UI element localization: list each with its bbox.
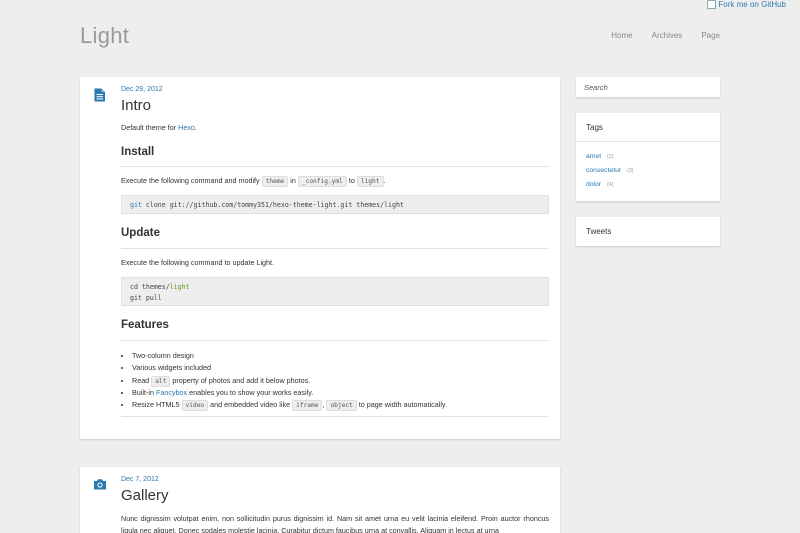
code-highlight: light	[169, 283, 190, 291]
list-item: Read alt property of photos and add it b…	[132, 375, 447, 387]
code-keyword: git	[130, 201, 142, 209]
list-text: and embedded video like	[208, 400, 293, 410]
list-item: Two-column design	[132, 350, 447, 362]
post-gallery: Dec 7, 2012 Gallery Nunc dignissim volut…	[80, 467, 560, 533]
hexo-link[interactable]: Hexo	[178, 123, 195, 132]
inline-code: object	[326, 400, 357, 412]
list-text: property of photos and add it below phot…	[170, 375, 311, 385]
post-date[interactable]: Dec 7, 2012	[121, 476, 159, 483]
list-text: Read	[132, 375, 152, 385]
inline-code: video	[181, 400, 209, 412]
list-text: Resize HTML5	[132, 400, 182, 410]
tag-link[interactable]: consectetur	[586, 167, 621, 174]
tag-item: amet (2)	[586, 153, 613, 160]
fancybox-link[interactable]: Fancybox	[156, 388, 187, 397]
tweets-widget: Tweets	[576, 217, 720, 246]
features-heading: Features	[121, 319, 169, 331]
inline-code: alt	[151, 375, 171, 387]
post-title[interactable]: Intro	[121, 97, 151, 114]
install-heading: Install	[121, 146, 155, 158]
intro-paragraph: Default theme for Hexo.	[121, 123, 197, 132]
tag-count: (2)	[607, 154, 614, 160]
tag-item: dolor (4)	[586, 181, 613, 188]
list-item: Resize HTML5 video and embedded video li…	[132, 399, 447, 412]
list-item: Built-in Fancybox enables you to show yo…	[132, 387, 447, 399]
post-title[interactable]: Gallery	[121, 487, 169, 504]
post-intro: Dec 29, 2012 Intro Default theme for Hex…	[80, 77, 560, 439]
divider	[121, 340, 549, 341]
tag-link[interactable]: dolor	[586, 181, 601, 188]
document-icon	[94, 88, 105, 102]
post-date[interactable]: Dec 29, 2012	[121, 86, 163, 93]
inline-code: theme	[261, 176, 289, 187]
widget-title: Tags	[586, 123, 603, 132]
site-logo[interactable]: Light	[80, 23, 129, 49]
tag-item: consectetur (3)	[586, 167, 633, 174]
update-paragraph: Execute the following command to update …	[121, 258, 275, 267]
nav-home-link[interactable]: Home	[611, 31, 632, 40]
tag-count: (4)	[607, 182, 614, 188]
divider	[576, 141, 720, 142]
list-item: Various widgets included	[132, 362, 447, 374]
tag-link[interactable]: amet	[586, 153, 601, 160]
post-excerpt: Nunc dignissim volutpat enim, non sollic…	[121, 514, 549, 533]
install-text: Execute the following command and modify	[121, 176, 262, 185]
update-code-block: cd themes/light git pull	[121, 277, 549, 306]
update-heading: Update	[121, 227, 160, 239]
install-paragraph: Execute the following command and modify…	[121, 176, 386, 187]
widget-title: Tweets	[586, 227, 612, 236]
divider	[121, 248, 549, 249]
divider	[121, 166, 549, 167]
search-input[interactable]	[576, 77, 720, 98]
tags-widget: Tags amet (2) consectetur (3) dolor (4)	[576, 113, 720, 201]
intro-suffix: .	[194, 123, 197, 132]
install-text: to	[346, 176, 357, 185]
list-text: Built-in	[132, 387, 156, 397]
install-code-block: git clone git://github.com/tommy351/hexo…	[121, 195, 549, 214]
search-widget	[576, 77, 720, 98]
code-line: cd themes/light	[130, 282, 540, 293]
inline-code: _config.yml	[297, 176, 347, 187]
intro-text: Default theme for	[121, 123, 179, 132]
code-text: cd themes/	[130, 283, 170, 291]
main-nav: Home Archives Page	[611, 31, 720, 40]
list-text: enables you to show your works easily.	[187, 387, 314, 397]
code-line: git pull	[130, 293, 162, 302]
nav-archives-link[interactable]: Archives	[652, 31, 683, 40]
features-list: Two-column design Various widgets includ…	[132, 350, 447, 412]
inline-code: light	[356, 176, 384, 187]
list-text: to page width automatically.	[356, 400, 447, 410]
nav-page-link[interactable]: Page	[701, 31, 720, 40]
install-text: in	[288, 176, 298, 185]
inline-code: iframe	[292, 400, 323, 412]
code-text: clone git://github.com/tommy351/hexo-the…	[141, 201, 404, 209]
install-text: .	[383, 176, 386, 185]
camera-icon	[94, 479, 106, 490]
site-header: Light Home Archives Page	[0, 0, 800, 62]
tag-count: (3)	[627, 168, 634, 174]
divider	[121, 416, 549, 417]
